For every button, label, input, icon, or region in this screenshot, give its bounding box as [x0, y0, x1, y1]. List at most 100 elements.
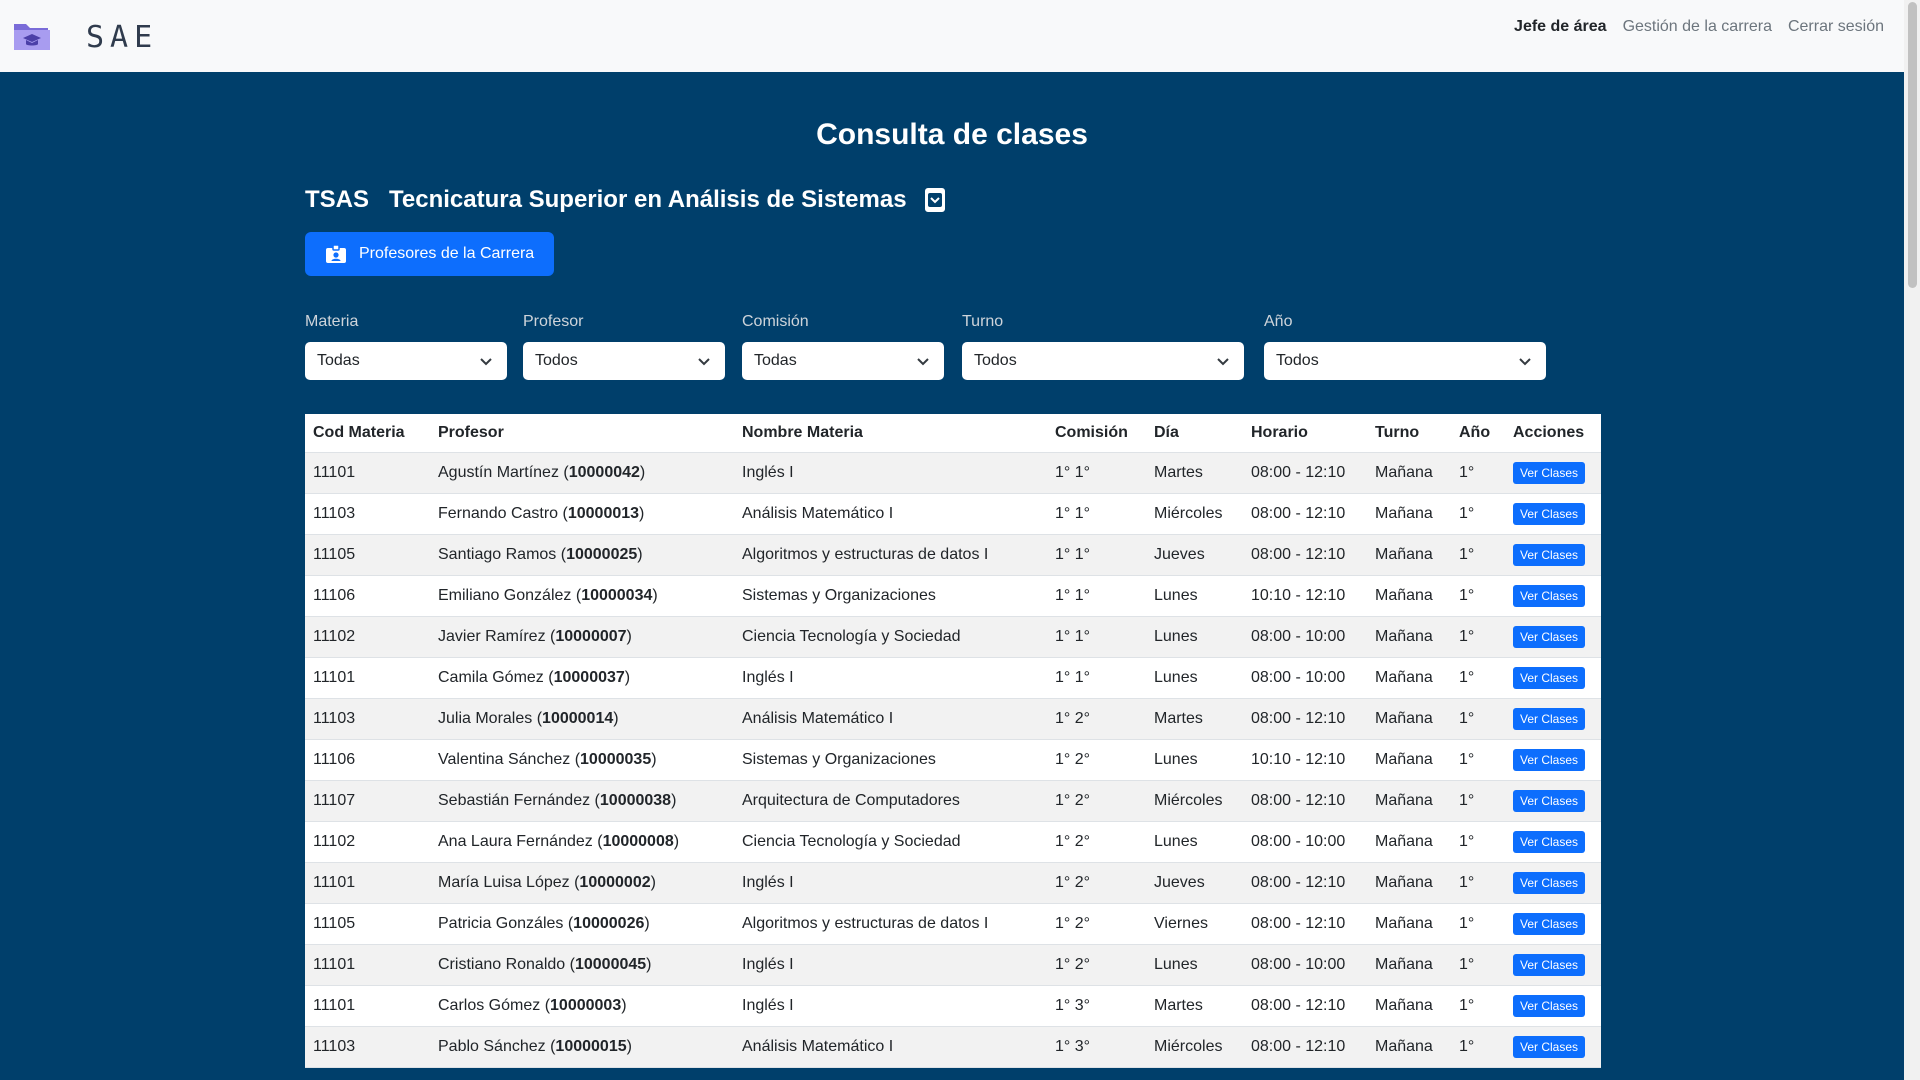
table-row: 11103 Pablo Sánchez (10000015) Análisis Ma…: [305, 1026, 1601, 1068]
ver-clases-button[interactable]: Ver Clases: [1513, 1035, 1586, 1058]
table-body: 11101 Agustín Martínez (10000042) Inglés I…: [305, 452, 1601, 1068]
cell-profesor: Ana Laura Fernández (10000008): [430, 821, 734, 863]
professor-dni: 10000026: [573, 914, 645, 932]
cell-comision: 1° 1°: [1047, 534, 1146, 576]
cell-dia: Miércoles: [1146, 493, 1243, 535]
header-dia: Día: [1146, 414, 1243, 453]
cell-horario: 08:00 - 12:10: [1243, 493, 1367, 535]
filter-comision-select[interactable]: Todas: [742, 342, 944, 380]
chevron-down-icon: [917, 358, 929, 366]
professor-name: Valentina Sánchez: [438, 750, 571, 768]
cell-turno: Mañana: [1367, 657, 1451, 699]
cell-acciones: Ver Clases: [1505, 903, 1601, 945]
cell-cod-materia: 11102: [305, 821, 430, 863]
professor-dni: 10000007: [555, 627, 627, 645]
cell-anio: 1°: [1451, 452, 1505, 494]
professor-dni: 10000025: [566, 545, 638, 563]
cell-dia: Miércoles: [1146, 1026, 1243, 1068]
cell-acciones: Ver Clases: [1505, 944, 1601, 986]
cell-dia: Martes: [1146, 985, 1243, 1027]
nav-cerrar-sesion[interactable]: Cerrar sesión: [1788, 18, 1884, 36]
ver-clases-button[interactable]: Ver Clases: [1513, 830, 1586, 853]
cell-dia: Martes: [1146, 698, 1243, 740]
professor-dni: 10000002: [579, 873, 651, 891]
career-name: Tecnicatura Superior en Análisis de Sist…: [389, 186, 907, 213]
table-row: 11101 Agustín Martínez (10000042) Inglés I…: [305, 452, 1601, 494]
filter-materia-select[interactable]: Todas: [305, 342, 507, 380]
header-anio: Año: [1451, 414, 1505, 453]
ver-clases-button[interactable]: Ver Clases: [1513, 789, 1586, 812]
cell-cod-materia: 11103: [305, 1026, 430, 1068]
table-row: 11102 Ana Laura Fernández (10000008) Cienc…: [305, 821, 1601, 863]
cell-comision: 1° 2°: [1047, 739, 1146, 781]
nav-jefe-de-area[interactable]: Jefe de área: [1514, 18, 1607, 36]
ver-clases-button[interactable]: Ver Clases: [1513, 584, 1586, 607]
header-comision: Comisión: [1047, 414, 1146, 453]
table-row: 11105 Santiago Ramos (10000025) Algoritmos…: [305, 534, 1601, 576]
ver-clases-button[interactable]: Ver Clases: [1513, 543, 1586, 566]
ver-clases-button[interactable]: Ver Clases: [1513, 461, 1586, 484]
cell-nombre-materia: Arquitectura de Computadores: [734, 780, 1047, 822]
cell-nombre-materia: Inglés I: [734, 944, 1047, 986]
ver-clases-button[interactable]: Ver Clases: [1513, 912, 1586, 935]
cell-horario: 08:00 - 10:00: [1243, 657, 1367, 699]
ver-clases-button[interactable]: Ver Clases: [1513, 994, 1586, 1017]
cell-comision: 1° 1°: [1047, 452, 1146, 494]
professor-name: María Luisa López: [438, 873, 570, 891]
folder-graduation-icon[interactable]: [12, 18, 52, 54]
professor-name: Julia Morales: [438, 709, 533, 727]
table-row: 11101 Camila Gómez (10000037) Inglés I 1° 1…: [305, 657, 1601, 699]
cell-nombre-materia: Sistemas y Organizaciones: [734, 575, 1047, 617]
brand-name[interactable]: SAE: [86, 20, 158, 55]
professor-dni: 10000034: [581, 586, 653, 604]
cell-acciones: Ver Clases: [1505, 780, 1601, 822]
filter-profesor-select[interactable]: Todos: [523, 342, 725, 380]
nav-gestion-carrera[interactable]: Gestión de la carrera: [1623, 18, 1772, 36]
cell-anio: 1°: [1451, 534, 1505, 576]
chevron-down-icon: [480, 358, 492, 366]
cell-acciones: Ver Clases: [1505, 862, 1601, 904]
cell-cod-materia: 11105: [305, 534, 430, 576]
chevron-down-icon: [1217, 358, 1229, 366]
ver-clases-button[interactable]: Ver Clases: [1513, 502, 1586, 525]
cell-turno: Mañana: [1367, 985, 1451, 1027]
cell-horario: 08:00 - 12:10: [1243, 452, 1367, 494]
cell-dia: Lunes: [1146, 616, 1243, 658]
cell-profesor: Camila Gómez (10000037): [430, 657, 734, 699]
ver-clases-button[interactable]: Ver Clases: [1513, 707, 1586, 730]
table-row: 11106 Emiliano González (10000034) Sistema…: [305, 575, 1601, 617]
cell-comision: 1° 3°: [1047, 985, 1146, 1027]
cell-nombre-materia: Análisis Matemático I: [734, 1026, 1047, 1068]
cell-profesor: Santiago Ramos (10000025): [430, 534, 734, 576]
ver-clases-button[interactable]: Ver Clases: [1513, 953, 1586, 976]
table-row: 11101 María Luisa López (10000002) Inglés …: [305, 862, 1601, 904]
filter-label-anio: Año: [1264, 313, 1293, 330]
career-select-toggle[interactable]: [924, 188, 945, 212]
header-turno: Turno: [1367, 414, 1451, 453]
scrollbar-thumb[interactable]: [1908, 2, 1917, 288]
professor-name: Carlos Gómez: [438, 996, 541, 1014]
cell-profesor: Agustín Martínez (10000042): [430, 452, 734, 494]
cell-anio: 1°: [1451, 780, 1505, 822]
career-code: TSAS: [305, 186, 370, 213]
cell-comision: 1° 1°: [1047, 657, 1146, 699]
ver-clases-button[interactable]: Ver Clases: [1513, 625, 1586, 648]
professor-dni: 10000015: [555, 1037, 627, 1055]
ver-clases-button[interactable]: Ver Clases: [1513, 666, 1586, 689]
filter-turno-select[interactable]: Todos: [962, 342, 1244, 380]
career-header: TSAS Tecnicatura Superior en Análisis de…: [305, 186, 945, 214]
cell-comision: 1° 1°: [1047, 616, 1146, 658]
page-scrollbar[interactable]: [1904, 0, 1920, 1080]
cell-nombre-materia: Inglés I: [734, 452, 1047, 494]
cell-profesor: María Luisa López (10000002): [430, 862, 734, 904]
ver-clases-button[interactable]: Ver Clases: [1513, 871, 1586, 894]
cell-comision: 1° 2°: [1047, 698, 1146, 740]
ver-clases-button[interactable]: Ver Clases: [1513, 748, 1586, 771]
filter-anio-select[interactable]: Todos: [1264, 342, 1546, 380]
table-row: 11102 Javier Ramírez (10000007) Ciencia Te…: [305, 616, 1601, 658]
professor-dni: 10000014: [542, 709, 614, 727]
cell-horario: 08:00 - 12:10: [1243, 862, 1367, 904]
table-row: 11103 Julia Morales (10000014) Análisis Ma…: [305, 698, 1601, 740]
professors-button[interactable]: Profesores de la Carrera: [305, 232, 555, 276]
id-badge-icon: [326, 244, 346, 263]
